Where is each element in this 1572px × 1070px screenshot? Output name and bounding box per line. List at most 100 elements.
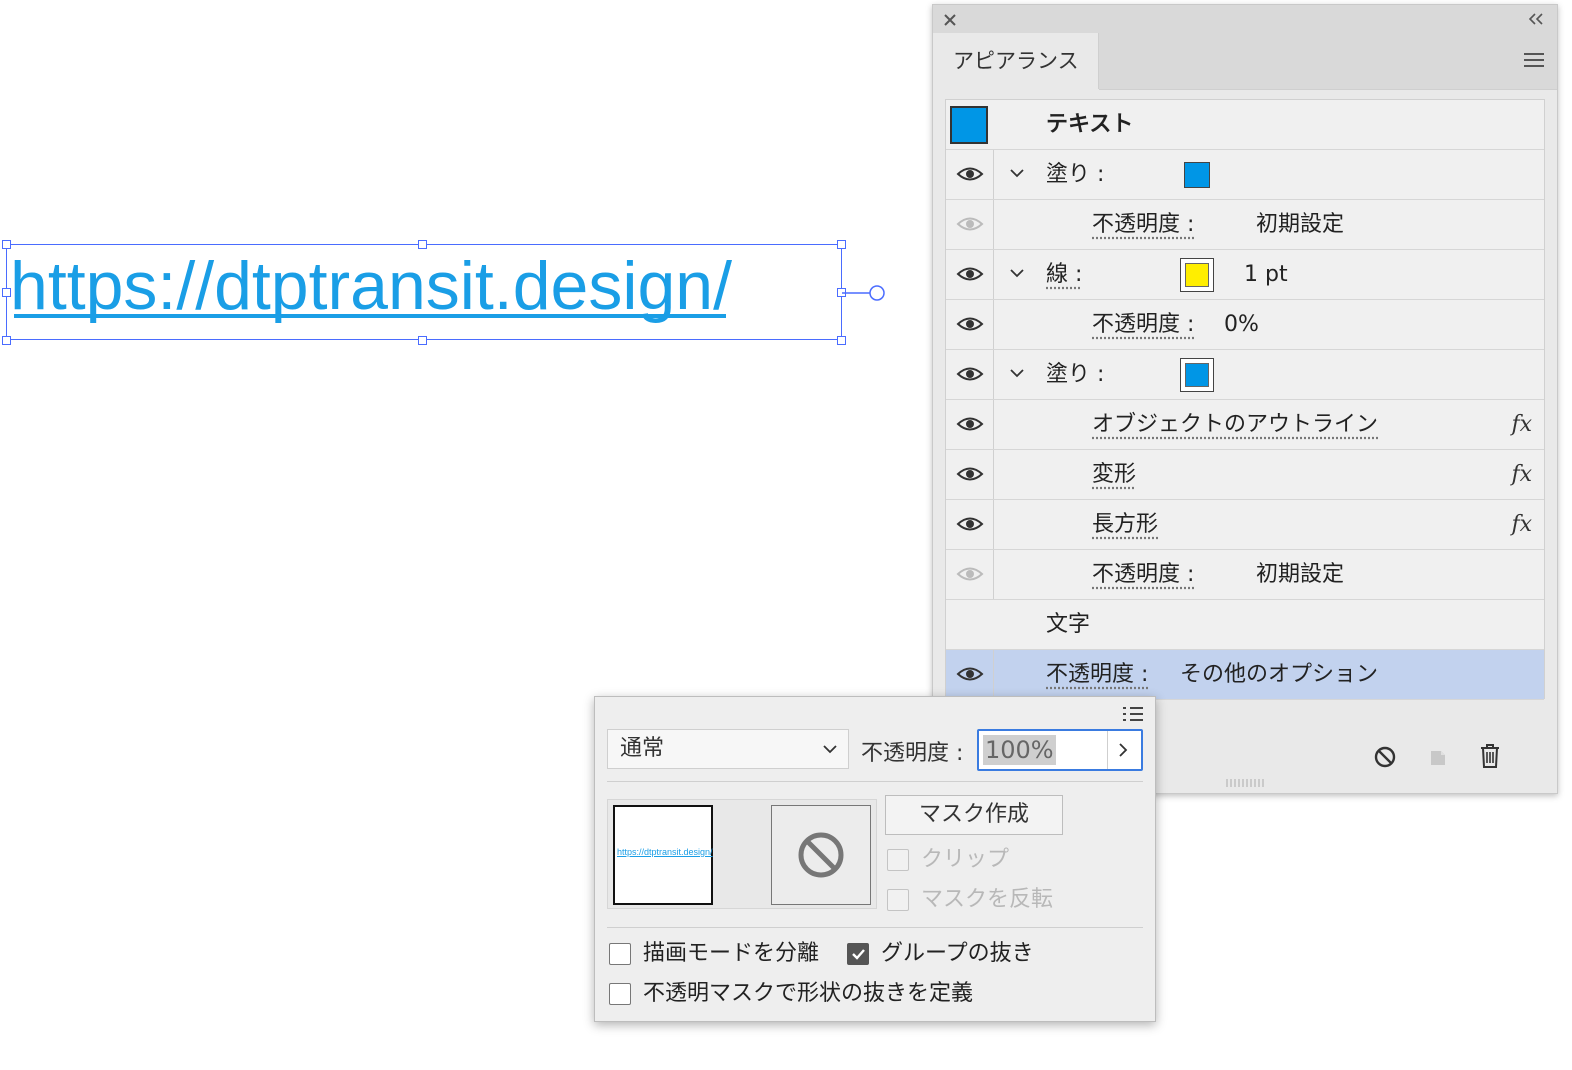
selection-handle-top-center[interactable] — [418, 240, 427, 249]
eye-icon[interactable] — [956, 165, 984, 183]
text-thumbnail-swatch — [950, 106, 988, 144]
row-label[interactable]: 不透明度 : — [1092, 550, 1194, 600]
clear-appearance-icon[interactable] — [1373, 745, 1397, 769]
row-value[interactable]: 1 pt — [1244, 250, 1288, 300]
opacity-value: 100% — [983, 735, 1056, 765]
blend-mode-select[interactable]: 通常 — [607, 729, 849, 769]
row-label: テキスト — [1046, 112, 1134, 137]
eye-cell — [946, 350, 994, 399]
row-label[interactable]: 線 : — [1046, 250, 1082, 300]
tab-appearance[interactable]: アピアランス — [933, 33, 1099, 89]
list-item-opacity[interactable]: 不透明度 : 0% — [946, 300, 1544, 350]
fx-icon[interactable]: fx — [1511, 500, 1532, 550]
text-thread-port-icon[interactable] — [842, 282, 888, 304]
panel-menu-icon[interactable] — [1523, 51, 1545, 69]
list-item-stroke[interactable]: 線 : 1 pt — [946, 250, 1544, 300]
list-item-fill[interactable]: 塗り : — [946, 150, 1544, 200]
opacity-mask-knockout-checkbox[interactable] — [609, 983, 631, 1005]
chevron-right-icon[interactable] — [1117, 742, 1129, 758]
clip-label: クリップ — [921, 847, 1010, 872]
panel-title-bar — [933, 5, 1557, 33]
selection-bounding-box — [6, 244, 842, 340]
trash-icon[interactable] — [1479, 743, 1501, 769]
object-thumbnail[interactable]: https://dtptransit.design/ — [613, 805, 713, 905]
duplicate-item-icon[interactable] — [1427, 745, 1449, 769]
list-item-opacity-selected[interactable]: 不透明度 : その他のオプション — [946, 650, 1544, 700]
eye-cell — [946, 400, 994, 449]
tab-strip — [1099, 33, 1557, 90]
eye-icon[interactable] — [956, 565, 984, 583]
list-item-characters[interactable]: 文字 — [946, 600, 1544, 650]
eye-cell — [946, 500, 994, 549]
row-value: 初期設定 — [1256, 212, 1345, 237]
mask-thumbnail[interactable] — [771, 805, 871, 905]
knockout-group-checkbox[interactable] — [847, 943, 869, 965]
thumbnail-text: https://dtptransit.design/ — [617, 847, 713, 857]
invert-mask-label: マスクを反転 — [921, 887, 1054, 912]
list-item-effect-transform[interactable]: 変形 fx — [946, 450, 1544, 500]
eye-cell — [946, 250, 994, 299]
eye-cell — [946, 550, 994, 599]
make-mask-button[interactable]: マスク作成 — [885, 795, 1063, 835]
transparency-popup: 通常 不透明度 : 100% https://dtptransit.design… — [594, 696, 1156, 1022]
chevron-down-icon[interactable] — [1008, 264, 1026, 282]
row-label[interactable]: 不透明度 : — [1046, 650, 1148, 700]
eye-icon[interactable] — [956, 465, 984, 483]
selection-handle-top-left[interactable] — [2, 240, 11, 249]
opacity-label: 不透明度 : — [861, 741, 964, 766]
row-label[interactable]: 不透明度 : — [1092, 200, 1194, 250]
fx-icon[interactable]: fx — [1511, 450, 1532, 500]
collapse-chevrons-icon[interactable] — [1527, 13, 1545, 25]
row-label[interactable]: 長方形 — [1092, 500, 1158, 550]
fill-swatch[interactable] — [1184, 162, 1210, 188]
chevron-down-icon — [823, 745, 837, 754]
opacity-input[interactable]: 100% — [977, 729, 1143, 771]
selection-handle-top-right[interactable] — [837, 240, 846, 249]
fx-icon[interactable]: fx — [1511, 400, 1532, 450]
selection-handle-bottom-left[interactable] — [2, 336, 11, 345]
eye-cell — [946, 300, 994, 349]
list-item-opacity[interactable]: 不透明度 : 初期設定 — [946, 550, 1544, 600]
eye-icon[interactable] — [956, 215, 984, 233]
chevron-down-icon[interactable] — [1008, 364, 1026, 382]
list-item-effect-rectangle[interactable]: 長方形 fx — [946, 500, 1544, 550]
list-item-opacity[interactable]: 不透明度 : 初期設定 — [946, 200, 1544, 250]
eye-icon[interactable] — [956, 415, 984, 433]
fill-swatch[interactable] — [1180, 358, 1214, 392]
eye-icon[interactable] — [956, 515, 984, 533]
eye-icon[interactable] — [956, 265, 984, 283]
checkmark-icon — [852, 949, 865, 960]
opacity-mask-knockout-label: 不透明マスクで形状の抜きを定義 — [643, 981, 974, 1006]
no-mask-icon — [798, 832, 844, 878]
list-item-fill[interactable]: 塗り : — [946, 350, 1544, 400]
row-label[interactable]: 変形 — [1092, 450, 1136, 500]
stroke-swatch[interactable] — [1180, 258, 1214, 292]
row-label[interactable]: 不透明度 : — [1092, 300, 1194, 350]
eye-icon[interactable] — [956, 315, 984, 333]
list-item-effect-outline-object[interactable]: オブジェクトのアウトライン fx — [946, 400, 1544, 450]
close-icon[interactable] — [943, 13, 957, 27]
isolate-blending-checkbox[interactable] — [609, 943, 631, 965]
list-item-text[interactable]: テキスト — [946, 100, 1544, 150]
row-value: その他のオプション — [1180, 662, 1379, 687]
eye-icon[interactable] — [956, 665, 984, 683]
eye-icon[interactable] — [956, 365, 984, 383]
knockout-group-label: グループの抜き — [881, 941, 1034, 966]
row-value: 初期設定 — [1256, 562, 1345, 587]
eye-cell — [946, 200, 994, 249]
row-label[interactable]: オブジェクトのアウトライン — [1092, 400, 1378, 450]
row-value: 0% — [1224, 312, 1259, 337]
row-label: 塗り : — [1046, 362, 1105, 387]
selection-handle-bottom-right[interactable] — [837, 336, 846, 345]
invert-mask-checkbox[interactable] — [887, 889, 909, 911]
appearance-panel: アピアランス テキスト 塗り : 不透明度 : 初期設定 線: 1 pt 不透… — [932, 4, 1558, 794]
selection-handle-bottom-center[interactable] — [418, 336, 427, 345]
chevron-down-icon[interactable] — [1008, 164, 1026, 182]
options-menu-icon[interactable] — [1121, 705, 1145, 723]
clip-checkbox[interactable] — [887, 849, 909, 871]
selection-handle-middle-left[interactable] — [2, 288, 11, 297]
blend-mode-value: 通常 — [620, 736, 665, 761]
eye-cell — [946, 650, 994, 699]
resize-grip-icon[interactable] — [1225, 777, 1265, 789]
appearance-list: テキスト 塗り : 不透明度 : 初期設定 線 : 1 pt 不透明度: 0%… — [945, 99, 1545, 700]
